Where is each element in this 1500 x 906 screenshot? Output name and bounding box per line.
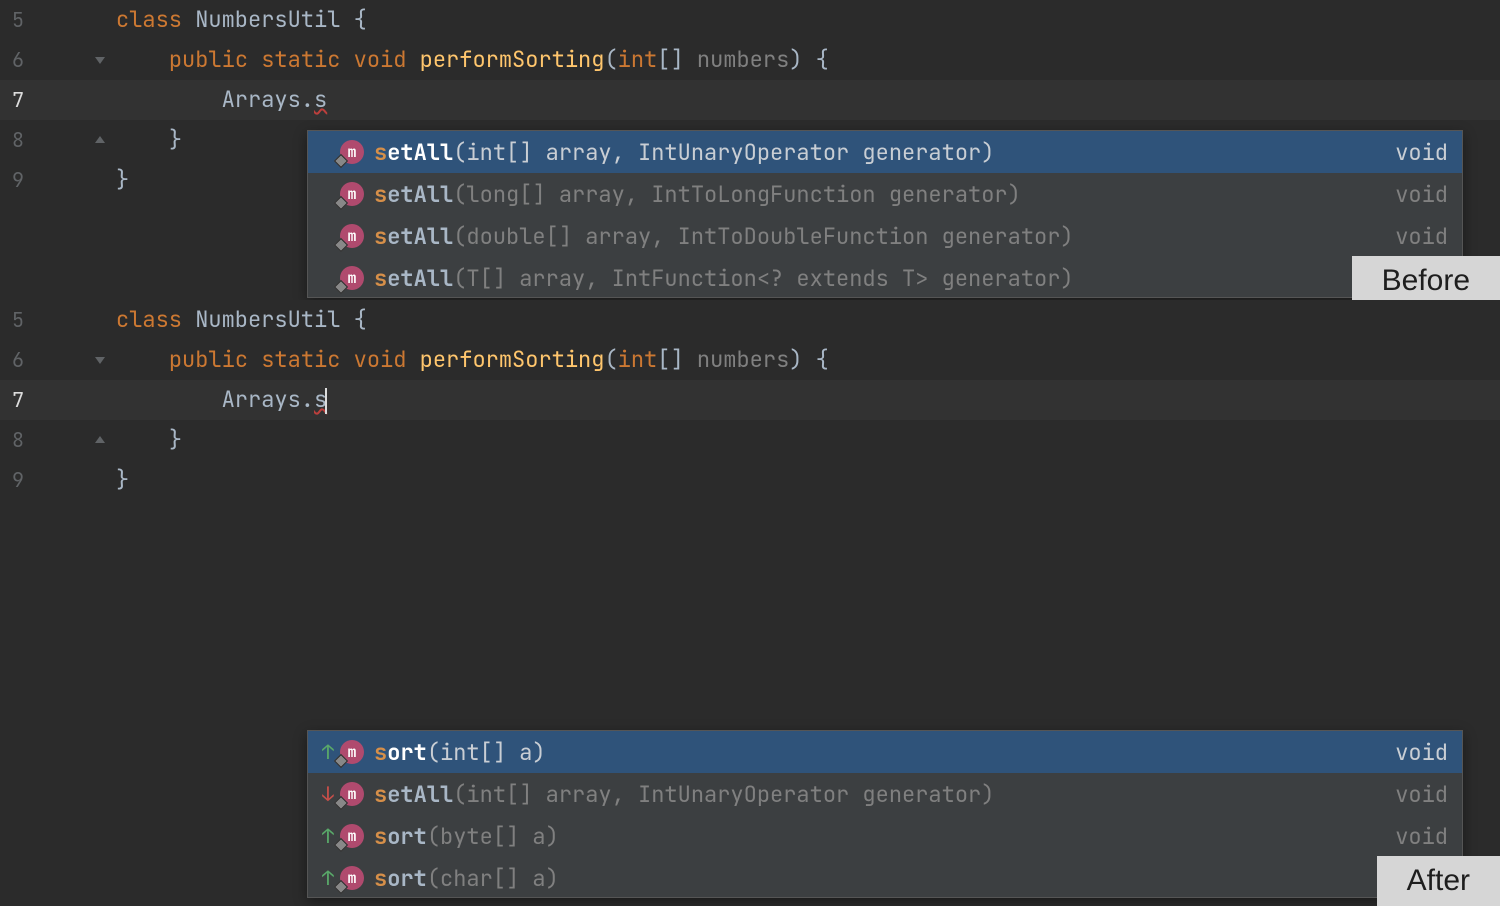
completion-signature: setAll(int[] array, IntUnaryOperator gen… [374,138,1383,167]
code-line-active[interactable]: Arrays.s [112,80,1500,120]
line-number: 8 [0,420,112,460]
panel-after: 5 6 7 8 9 class NumbersUtil { public sta… [0,300,1500,600]
line-number: 6 [0,40,112,80]
autocomplete-popup-before[interactable]: · m setAll(int[] array, IntUnaryOperator… [307,130,1463,298]
code-line[interactable]: } [112,460,1500,500]
label-before: Before [1352,256,1500,306]
completion-signature: sort(int[] a) [374,738,1383,767]
code-line[interactable]: class NumbersUtil { [112,0,1500,40]
panel-before: 5 6 7 8 9 class NumbersUtil { public sta… [0,0,1500,300]
completion-signature: setAll(T[] array, IntFunction<? extends … [374,264,1436,293]
method-icon: m [340,224,364,248]
line-number: 8 [0,120,112,160]
method-icon: m [340,140,364,164]
code-line-active[interactable]: Arrays.s [112,380,1500,420]
gutter: 5 6 7 8 9 [0,0,112,200]
fold-toggle-icon[interactable] [92,132,108,148]
fold-toggle-icon[interactable] [92,352,108,368]
gutter: 5 6 7 8 9 [0,300,112,500]
completion-signature: setAll(long[] array, IntToLongFunction g… [374,180,1383,209]
method-icon: m [340,740,364,764]
autocomplete-popup-after[interactable]: ↑ m sort(int[] a) void ↓ m setAll(int[] … [307,730,1463,898]
completion-item[interactable]: ↓ m setAll(int[] array, IntUnaryOperator… [308,773,1462,815]
code-line[interactable]: } [112,420,1500,460]
completion-return-type: void [1395,780,1448,809]
completion-signature: setAll(int[] array, IntUnaryOperator gen… [374,780,1383,809]
completion-item[interactable]: ↑ m sort(char[] a) [308,857,1462,898]
completion-return-type: void [1395,222,1448,251]
line-number: 5 [0,0,112,40]
method-icon: m [340,824,364,848]
completion-item[interactable]: · m setAll(double[] array, IntToDoubleFu… [308,215,1462,257]
method-icon: m [340,182,364,206]
completion-signature: sort(byte[] a) [374,822,1383,851]
fold-toggle-icon[interactable] [92,432,108,448]
line-number: 7 [0,380,112,420]
completion-item[interactable]: · m setAll(long[] array, IntToLongFuncti… [308,173,1462,215]
completion-signature: setAll(double[] array, IntToDoubleFuncti… [374,222,1383,251]
method-icon: m [340,266,364,290]
completion-item[interactable]: ↑ m sort(int[] a) void [308,731,1462,773]
completion-item[interactable]: · m setAll(T[] array, IntFunction<? exte… [308,257,1462,298]
line-number: 9 [0,460,112,500]
completion-return-type: void [1395,138,1448,167]
editor-after[interactable]: 5 6 7 8 9 class NumbersUtil { public sta… [0,300,1500,500]
text-caret [325,388,327,414]
completion-return-type: void [1395,180,1448,209]
completion-signature: sort(char[] a) [374,864,1436,893]
line-number: 7 [0,80,112,120]
code-line[interactable]: public static void performSorting(int[] … [112,40,1500,80]
fold-toggle-icon[interactable] [92,52,108,68]
completion-return-type: void [1395,738,1448,767]
method-icon: m [340,866,364,890]
code-line[interactable]: class NumbersUtil { [112,300,1500,340]
label-after: After [1377,856,1500,906]
code-line[interactable]: public static void performSorting(int[] … [112,340,1500,380]
method-icon: m [340,782,364,806]
completion-return-type: void [1395,822,1448,851]
completion-item[interactable]: ↑ m sort(byte[] a) void [308,815,1462,857]
code-content[interactable]: class NumbersUtil { public static void p… [112,300,1500,500]
line-number: 9 [0,160,112,200]
line-number: 6 [0,340,112,380]
line-number: 5 [0,300,112,340]
completion-item[interactable]: · m setAll(int[] array, IntUnaryOperator… [308,131,1462,173]
